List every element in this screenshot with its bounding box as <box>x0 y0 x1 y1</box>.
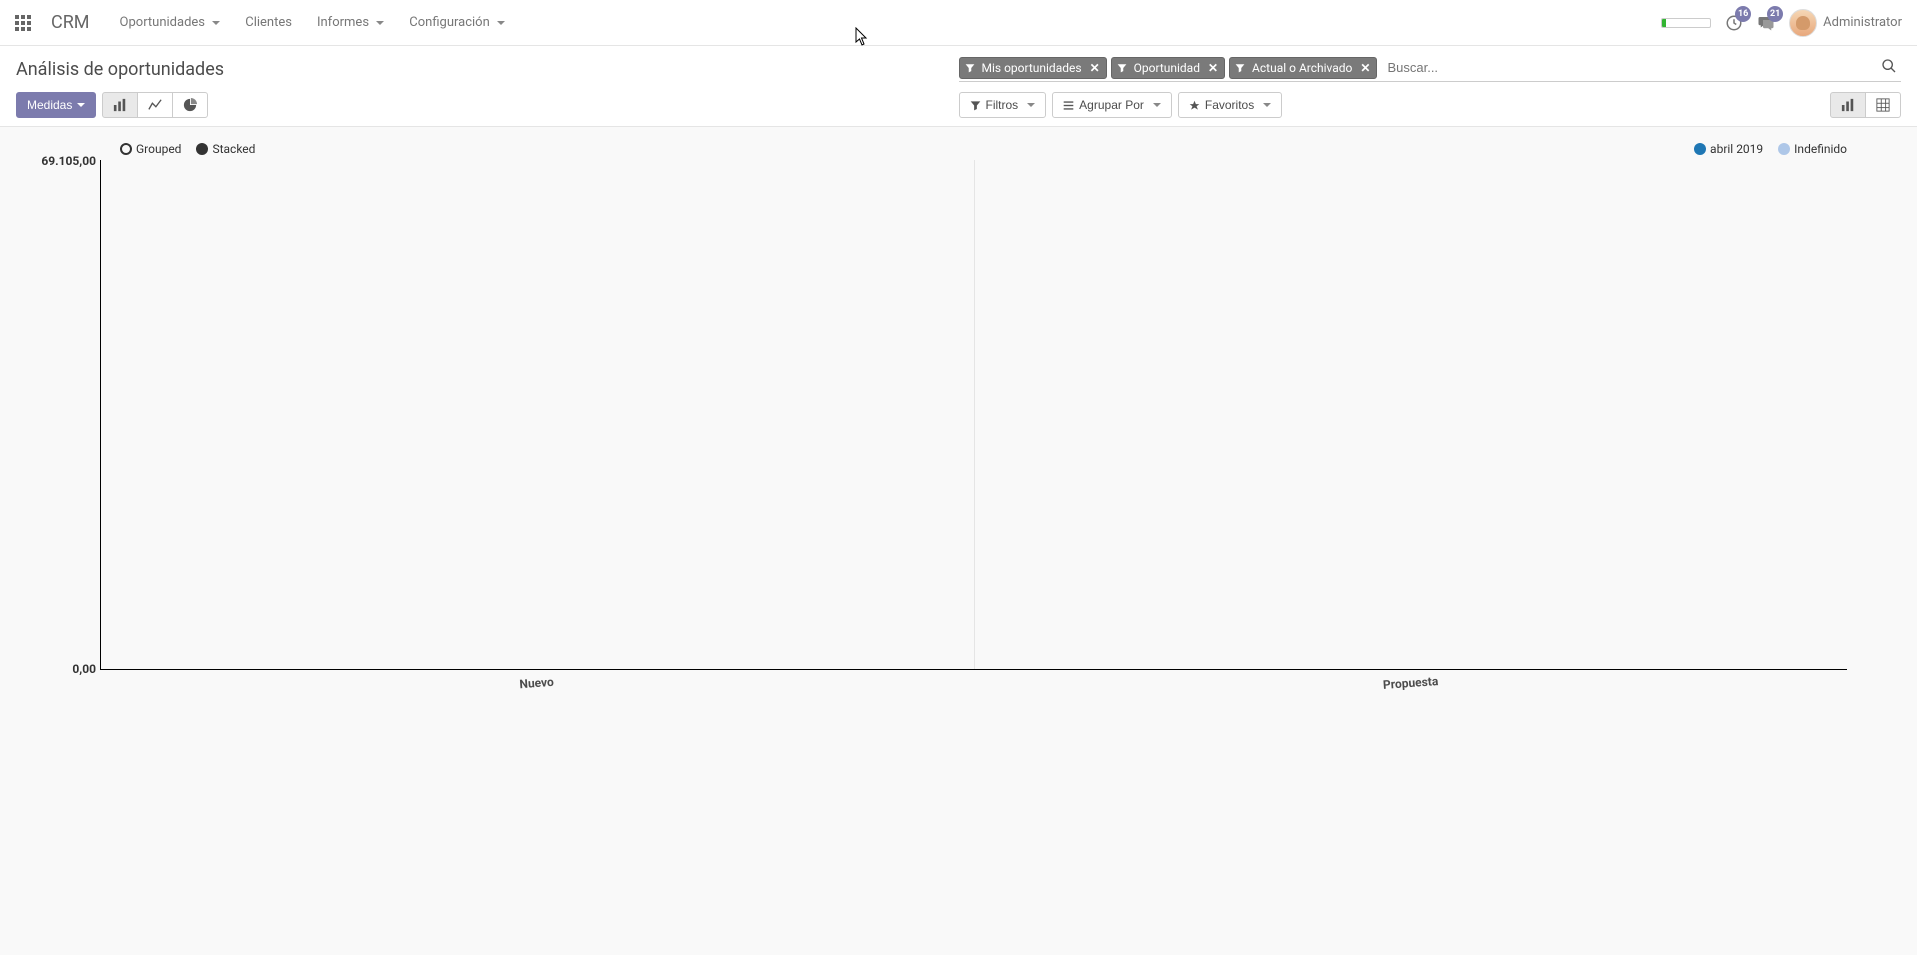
legend-grouped[interactable]: Grouped <box>120 142 181 156</box>
circle-icon <box>1694 143 1706 155</box>
caret-icon <box>497 21 505 25</box>
messages-icon[interactable]: 21 <box>1757 14 1775 32</box>
user-menu[interactable]: Administrator <box>1789 9 1902 37</box>
x-axis: NuevoPropuesta <box>100 670 1847 700</box>
plot-area <box>100 160 1847 670</box>
chart-body: 69.105,00 0,00 NuevoPropuesta <box>20 160 1897 700</box>
favoritos-button[interactable]: Favoritos <box>1178 92 1282 118</box>
progress-indicator[interactable] <box>1661 18 1711 28</box>
nav-clientes[interactable]: Clientes <box>235 7 302 38</box>
nav-oportunidades[interactable]: Oportunidades <box>110 7 231 38</box>
search-bar: Mis oportunidades ✕ Oportunidad ✕ Actual… <box>959 56 1902 82</box>
chart-category <box>101 160 974 669</box>
filter-facet[interactable]: Actual o Archivado ✕ <box>1229 57 1377 79</box>
page-title: Análisis de oportunidades <box>16 59 959 80</box>
circle-icon <box>196 143 208 155</box>
navbar-right: 16 21 Administrator <box>1661 9 1902 37</box>
chart-legend: Grouped Stacked abril 2019 Indefinido <box>20 142 1897 156</box>
chart-category <box>974 160 1847 669</box>
user-label: Administrator <box>1823 15 1902 30</box>
messages-badge: 21 <box>1767 6 1783 22</box>
legend-series1[interactable]: abril 2019 <box>1694 142 1763 156</box>
legend-stacked[interactable]: Stacked <box>196 142 255 156</box>
circle-icon <box>120 143 132 155</box>
filtros-button[interactable]: Filtros <box>959 92 1047 118</box>
navbar: CRM Oportunidades Clientes Informes Conf… <box>0 0 1917 46</box>
caret-icon <box>376 21 384 25</box>
circle-icon <box>1778 143 1790 155</box>
graph-view-button[interactable] <box>1830 92 1866 118</box>
pie-chart-button[interactable] <box>172 92 208 118</box>
remove-facet-icon[interactable]: ✕ <box>1354 58 1376 78</box>
y-axis: 69.105,00 0,00 <box>20 160 100 670</box>
chart-type-group <box>102 92 208 118</box>
filter-facet[interactable]: Mis oportunidades ✕ <box>959 57 1107 79</box>
nav-menu: Oportunidades Clientes Informes Configur… <box>110 7 515 38</box>
list-icon <box>1063 100 1074 111</box>
pivot-view-button[interactable] <box>1865 92 1901 118</box>
chart-area: Grouped Stacked abril 2019 Indefinido 69… <box>0 127 1917 730</box>
remove-facet-icon[interactable]: ✕ <box>1202 58 1224 78</box>
funnel-icon <box>1112 60 1132 76</box>
star-icon <box>1189 100 1200 111</box>
medidas-button[interactable]: Medidas <box>16 92 96 118</box>
pie-chart-icon <box>183 98 197 112</box>
agrupar-button[interactable]: Agrupar Por <box>1052 92 1172 118</box>
line-chart-icon <box>148 98 162 112</box>
bar-chart-icon <box>1841 98 1855 112</box>
caret-icon <box>77 103 85 107</box>
apps-icon[interactable] <box>15 15 31 31</box>
search-input[interactable] <box>1381 56 1873 79</box>
bar-chart-button[interactable] <box>102 92 138 118</box>
avatar <box>1789 9 1817 37</box>
filter-facet[interactable]: Oportunidad ✕ <box>1111 57 1225 79</box>
remove-facet-icon[interactable]: ✕ <box>1084 58 1106 78</box>
bar-chart-icon <box>113 98 127 112</box>
funnel-icon <box>970 100 981 111</box>
caret-icon <box>1263 103 1271 107</box>
control-panel: Análisis de oportunidades Mis oportunida… <box>0 46 1917 127</box>
funnel-icon <box>960 60 980 76</box>
view-switcher <box>1830 92 1901 118</box>
caret-icon <box>212 21 220 25</box>
legend-series2[interactable]: Indefinido <box>1778 142 1847 156</box>
search-icon[interactable] <box>1877 58 1901 78</box>
line-chart-button[interactable] <box>137 92 173 118</box>
caret-icon <box>1153 103 1161 107</box>
app-brand[interactable]: CRM <box>51 12 90 33</box>
nav-configuracion[interactable]: Configuración <box>399 7 515 38</box>
table-icon <box>1876 98 1890 112</box>
activities-icon[interactable]: 16 <box>1725 14 1743 32</box>
caret-icon <box>1027 103 1035 107</box>
activities-badge: 16 <box>1735 6 1751 22</box>
y-tick: 69.105,00 <box>41 154 96 168</box>
funnel-icon <box>1230 60 1250 76</box>
nav-informes[interactable]: Informes <box>307 7 394 38</box>
y-tick: 0,00 <box>72 662 96 676</box>
